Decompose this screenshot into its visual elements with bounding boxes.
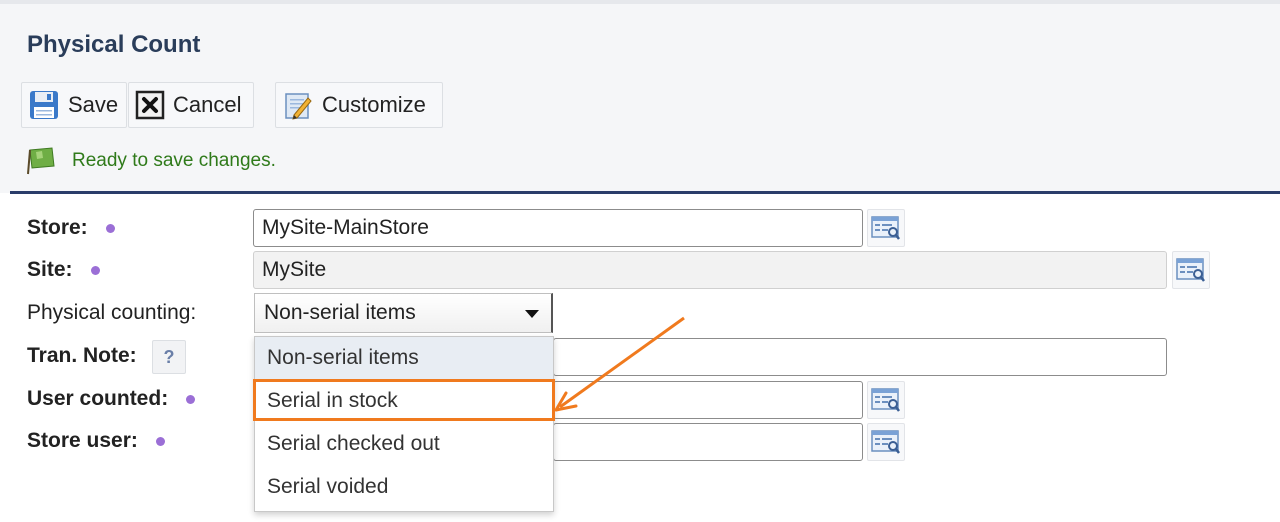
annotation-arrow [554, 316, 685, 412]
